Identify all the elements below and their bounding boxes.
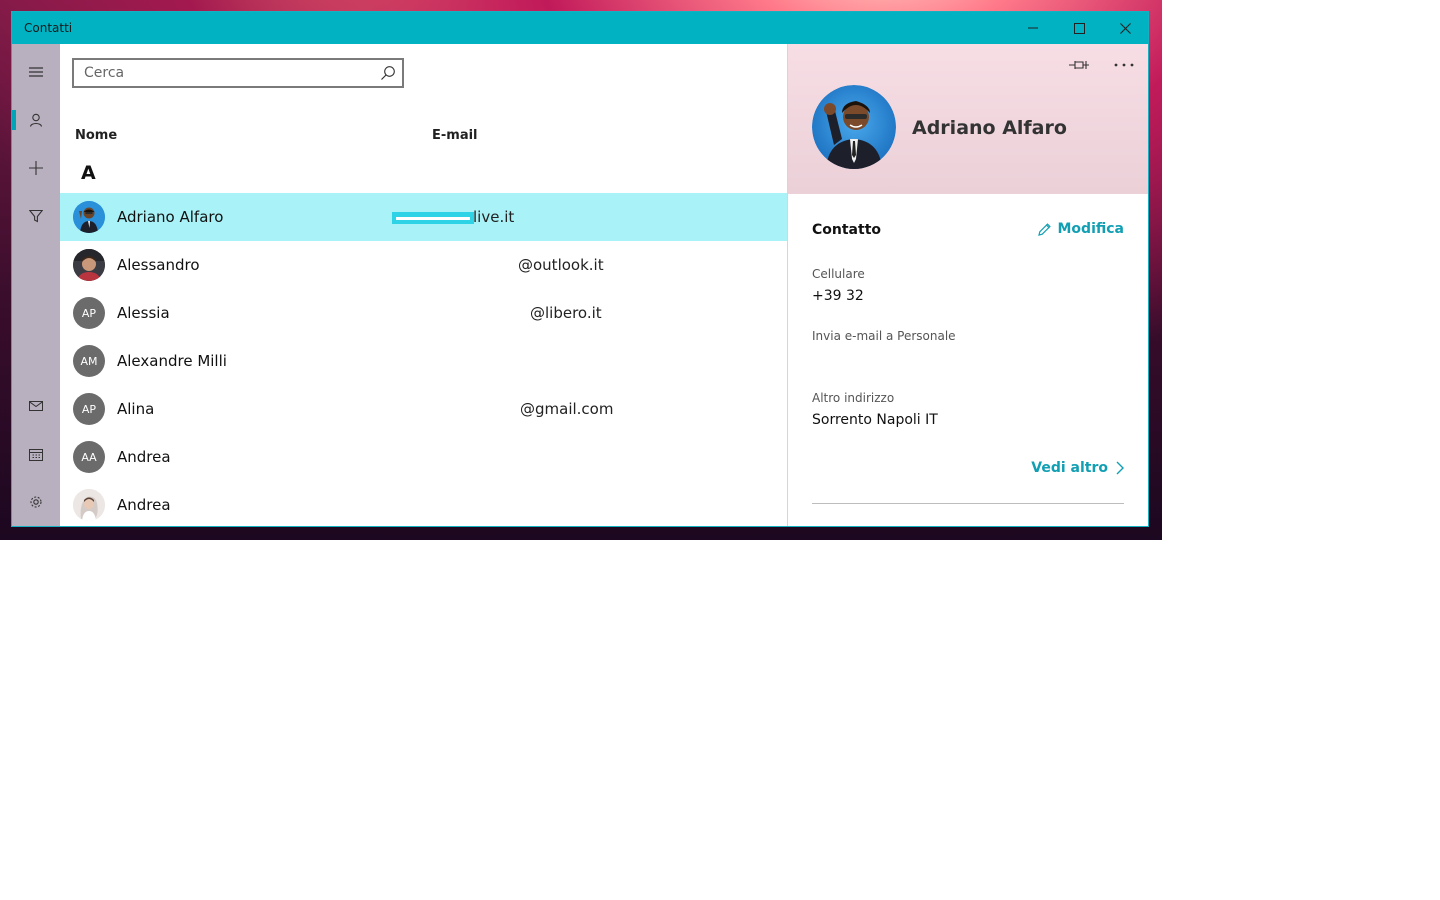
minimize-button[interactable] xyxy=(1010,12,1056,44)
gear-icon xyxy=(30,496,42,508)
search-icon[interactable] xyxy=(380,65,396,81)
contact-list-pane: Nome E-mail A Adriano Alfaro live.it Ale… xyxy=(60,44,787,526)
contact-photo[interactable] xyxy=(812,85,896,169)
nav-settings[interactable] xyxy=(12,478,60,526)
address-label: Altro indirizzo xyxy=(812,391,895,405)
avatar: AP xyxy=(73,297,105,329)
edit-label: Modifica xyxy=(1057,221,1125,237)
avatar xyxy=(73,249,105,281)
avatar-photo-icon xyxy=(812,85,896,169)
contact-email: live.it xyxy=(473,208,515,226)
ellipsis-icon xyxy=(1114,63,1134,67)
maximize-button[interactable] xyxy=(1056,12,1102,44)
close-button[interactable] xyxy=(1102,12,1148,44)
window-title: Contatti xyxy=(24,21,73,35)
nav-mail[interactable] xyxy=(12,382,60,430)
chevron-right-icon xyxy=(1116,461,1124,475)
contact-row[interactable]: AA Andrea xyxy=(60,433,787,481)
contact-email: @outlook.it xyxy=(518,256,604,274)
calendar-icon xyxy=(29,448,43,461)
column-header-name[interactable]: Nome xyxy=(75,128,117,143)
more-options-button[interactable] xyxy=(1109,56,1139,74)
email-action-label[interactable]: Invia e-mail a Personale xyxy=(812,329,956,343)
contact-row[interactable]: AP Alessia @libero.it xyxy=(60,289,787,337)
contact-name: Alessandro xyxy=(117,256,200,274)
contact-name: Andrea xyxy=(117,448,171,466)
contact-row[interactable]: AM Alexandre Milli xyxy=(60,337,787,385)
column-header-email[interactable]: E-mail xyxy=(432,128,478,143)
edit-button[interactable]: Modifica xyxy=(1037,221,1125,237)
contact-name: Alessia xyxy=(117,304,170,322)
mobile-label: Cellulare xyxy=(812,267,865,281)
avatar xyxy=(73,201,105,233)
contact-name: Alina xyxy=(117,400,155,418)
contact-row[interactable]: Andrea xyxy=(60,481,787,526)
redaction-mark xyxy=(392,212,474,224)
contact-email: @gmail.com xyxy=(520,400,614,418)
detail-header: Adriano Alfaro xyxy=(788,44,1148,194)
plus-icon xyxy=(29,161,43,175)
contacts-window: Contatti Cerca Nome E-mail A Adriano Alf… xyxy=(11,11,1149,527)
close-icon xyxy=(1119,22,1131,34)
avatar-photo-icon xyxy=(73,201,105,233)
group-letter[interactable]: A xyxy=(81,162,96,184)
contact-detail-pane: Adriano Alfaro Contatto Modifica Cellula… xyxy=(787,44,1148,526)
see-more-button[interactable]: Vedi altro xyxy=(1031,460,1124,476)
title-bar[interactable]: Contatti xyxy=(12,12,1148,44)
pencil-icon xyxy=(1037,222,1051,236)
avatar: AA xyxy=(73,441,105,473)
mobile-value[interactable]: +39 32 xyxy=(812,288,864,304)
minimize-icon xyxy=(1028,27,1038,29)
contact-name: Andrea xyxy=(117,496,171,514)
divider xyxy=(812,503,1124,504)
menu-button[interactable] xyxy=(12,48,60,96)
avatar-photo-icon xyxy=(73,249,105,281)
contact-row[interactable]: Adriano Alfaro live.it xyxy=(60,193,787,241)
nav-rail xyxy=(12,44,60,526)
filter-icon xyxy=(29,209,43,223)
contact-row[interactable]: Alessandro @outlook.it xyxy=(60,241,787,289)
address-value[interactable]: Sorrento Napoli IT xyxy=(812,412,938,428)
contact-row[interactable]: AP Alina @gmail.com xyxy=(60,385,787,433)
pin-icon xyxy=(1069,61,1089,69)
search-input[interactable] xyxy=(74,60,394,86)
contact-name: Alexandre Milli xyxy=(117,352,227,370)
avatar xyxy=(73,489,105,521)
contact-email: @libero.it xyxy=(530,304,602,322)
person-icon xyxy=(29,113,43,127)
hamburger-icon xyxy=(29,67,43,77)
avatar: AM xyxy=(73,345,105,377)
contact-name: Adriano Alfaro xyxy=(117,208,224,226)
nav-calendar[interactable] xyxy=(12,430,60,478)
mail-icon xyxy=(29,401,43,411)
nav-add-contact[interactable] xyxy=(12,144,60,192)
search-box xyxy=(72,58,404,88)
nav-contacts[interactable] xyxy=(12,96,60,144)
maximize-icon xyxy=(1073,22,1085,34)
avatar: AP xyxy=(73,393,105,425)
detail-contact-name: Adriano Alfaro xyxy=(912,117,1067,139)
section-title: Contatto xyxy=(812,222,882,238)
pin-button[interactable] xyxy=(1064,56,1094,74)
nav-filter[interactable] xyxy=(12,192,60,240)
see-more-label: Vedi altro xyxy=(1031,460,1108,476)
avatar-photo-icon xyxy=(73,489,105,521)
